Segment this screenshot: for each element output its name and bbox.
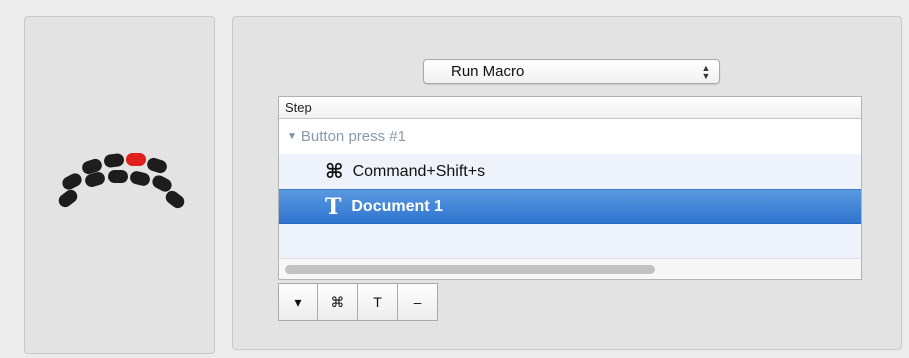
add-menu-button[interactable]: ▾ (278, 283, 318, 321)
macro-steps-table: Step ▼ Button press #1 ⌘ Command+Shift+s… (278, 96, 862, 280)
action-select[interactable]: Run Macro ▲ ▼ (423, 59, 720, 84)
text-tool-icon: T (325, 193, 342, 220)
text-tool-icon: T (373, 294, 382, 310)
keypad-key[interactable] (56, 187, 80, 210)
keypad-diagram (52, 150, 192, 230)
horizontal-scrollbar[interactable] (279, 258, 861, 279)
updown-chevrons-icon: ▲ ▼ (701, 62, 711, 81)
remove-step-button[interactable]: – (398, 283, 438, 321)
command-key-icon: ⌘ (330, 293, 345, 310)
disclosure-triangle-icon[interactable]: ▼ (287, 131, 297, 142)
row-label: Document 1 (351, 197, 443, 215)
keypad-key[interactable] (145, 156, 169, 175)
keypad-key-selected[interactable] (126, 153, 146, 166)
row-label: Command+Shift+s (352, 162, 486, 180)
command-key-icon: ⌘ (325, 161, 344, 183)
minus-icon: – (413, 294, 422, 310)
empty-row (279, 224, 861, 259)
dropdown-arrow-icon: ▾ (294, 293, 302, 310)
group-row[interactable]: ▼ Button press #1 (279, 119, 861, 154)
keypad-key[interactable] (128, 169, 152, 188)
action-select-value: Run Macro (451, 63, 525, 80)
keypad-key[interactable] (103, 152, 125, 169)
steps-toolbar: ▾ ⌘ T – (278, 283, 438, 321)
table-row-selected[interactable]: T Document 1 (279, 189, 861, 224)
keypad-key[interactable] (108, 170, 128, 183)
scrollbar-thumb[interactable] (285, 265, 655, 274)
table-row[interactable]: ⌘ Command+Shift+s (279, 154, 861, 189)
add-keystroke-button[interactable]: ⌘ (318, 283, 358, 321)
add-text-button[interactable]: T (358, 283, 398, 321)
group-label: Button press #1 (300, 128, 406, 145)
column-header-step[interactable]: Step (279, 97, 861, 119)
